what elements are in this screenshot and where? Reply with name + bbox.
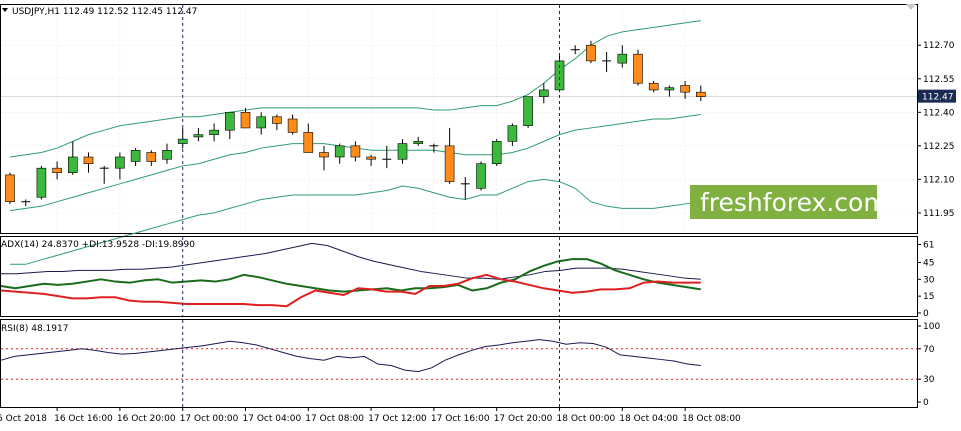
- candle-body: [695, 91, 706, 97]
- candle-body: [225, 111, 235, 131]
- time-tick-label: 17 Oct 20:00: [494, 414, 553, 424]
- price-tick-label: 112.40: [923, 108, 955, 118]
- candle: [36, 165, 47, 200]
- candle: [633, 49, 643, 86]
- candle-body: [130, 149, 141, 162]
- rsi-tick-label: 0: [923, 398, 929, 408]
- candle: [491, 139, 502, 166]
- candle-body: [240, 111, 251, 129]
- time-tick-label: 16 Oct 2018: [0, 414, 47, 424]
- adx-header: ADX(14) 24.8370 +DI:13.9528 -DI:19.8990: [1, 240, 195, 250]
- price-tick-label: 112.70: [923, 41, 955, 51]
- time-tick-label: 18 Oct 08:00: [682, 414, 741, 424]
- symbol-header: USDJPY,H1 112.49 112.52 112.45 112.47: [2, 7, 197, 17]
- time-tick-label: 18 Oct 00:00: [557, 414, 616, 424]
- adx-tick-label: 61: [923, 240, 934, 250]
- time-tick-label: 17 Oct 00:00: [180, 414, 239, 424]
- time-tick-label: 17 Oct 16:00: [431, 414, 490, 424]
- candle: [476, 161, 486, 191]
- candle-body: [146, 152, 157, 162]
- adx-tick-label: 0: [923, 309, 929, 319]
- candle-body: [209, 129, 219, 135]
- candle-body: [664, 87, 675, 91]
- candle-body: [303, 132, 314, 153]
- candle-body: [586, 44, 596, 62]
- candle: [523, 96, 533, 128]
- candle-body: [523, 96, 533, 127]
- time-tick-label: 17 Oct 08:00: [305, 414, 364, 424]
- time-tick-label: 16 Oct 20:00: [117, 414, 176, 424]
- price-tick-label: 112.10: [923, 175, 955, 185]
- rsi-tick-label: 100: [923, 322, 940, 332]
- candle-body: [36, 167, 47, 198]
- rsi-header: RSI(8) 48.1917: [1, 324, 68, 334]
- price-tick-label: 112.55: [923, 75, 955, 85]
- candle-body: [617, 53, 628, 64]
- candle-body: [476, 163, 486, 189]
- adx-tick-label: 30: [923, 275, 935, 285]
- current-price-label: 112.47: [922, 93, 954, 103]
- candle-body: [334, 145, 345, 158]
- candle-body: [538, 89, 549, 97]
- rsi-tick-label: 30: [923, 375, 935, 385]
- candle-body: [287, 118, 298, 133]
- current-price-marker: 112.47: [918, 89, 956, 103]
- price-tick-label: 112.25: [923, 142, 955, 152]
- candle-body: [193, 134, 204, 138]
- candle-body: [52, 167, 62, 173]
- watermark-text: freshforex.com: [700, 188, 888, 217]
- rsi-tick-label: 70: [923, 345, 935, 355]
- candle: [5, 172, 15, 204]
- adx-tick-label: 45: [923, 258, 934, 268]
- candle-body: [413, 141, 424, 144]
- candle-body: [319, 152, 329, 158]
- symbol-header-text: USDJPY,H1 112.49 112.52 112.45 112.47: [12, 7, 197, 17]
- time-tick-label: 18 Oct 04:00: [619, 414, 678, 424]
- candle-body: [648, 82, 659, 91]
- candle-body: [397, 143, 408, 160]
- candle-body: [68, 156, 78, 173]
- price-tick-label: 111.95: [923, 209, 955, 219]
- candle-body: [115, 156, 125, 169]
- candle-body: [350, 145, 361, 158]
- candle-body: [256, 116, 267, 129]
- candle-body: [444, 145, 455, 182]
- time-tick-label: 16 Oct 16:00: [54, 414, 113, 424]
- candle-body: [633, 53, 643, 84]
- candle-body: [366, 156, 376, 160]
- adx-tick-label: 15: [923, 292, 934, 302]
- watermark: freshforex.com: [690, 185, 888, 219]
- time-tick-label: 17 Oct 04:00: [243, 414, 302, 424]
- time-tick-label: 17 Oct 12:00: [368, 414, 427, 424]
- candle-body: [5, 174, 15, 203]
- candle-body: [162, 149, 172, 160]
- candle-body: [680, 85, 690, 93]
- candle-body: [83, 156, 94, 165]
- candle-body: [491, 141, 502, 165]
- chart-canvas: 112.70 112.55 112.40 112.25 112.10 111.95 112…: [0, 0, 961, 431]
- candle-body: [507, 125, 518, 142]
- candle-body: [272, 116, 282, 124]
